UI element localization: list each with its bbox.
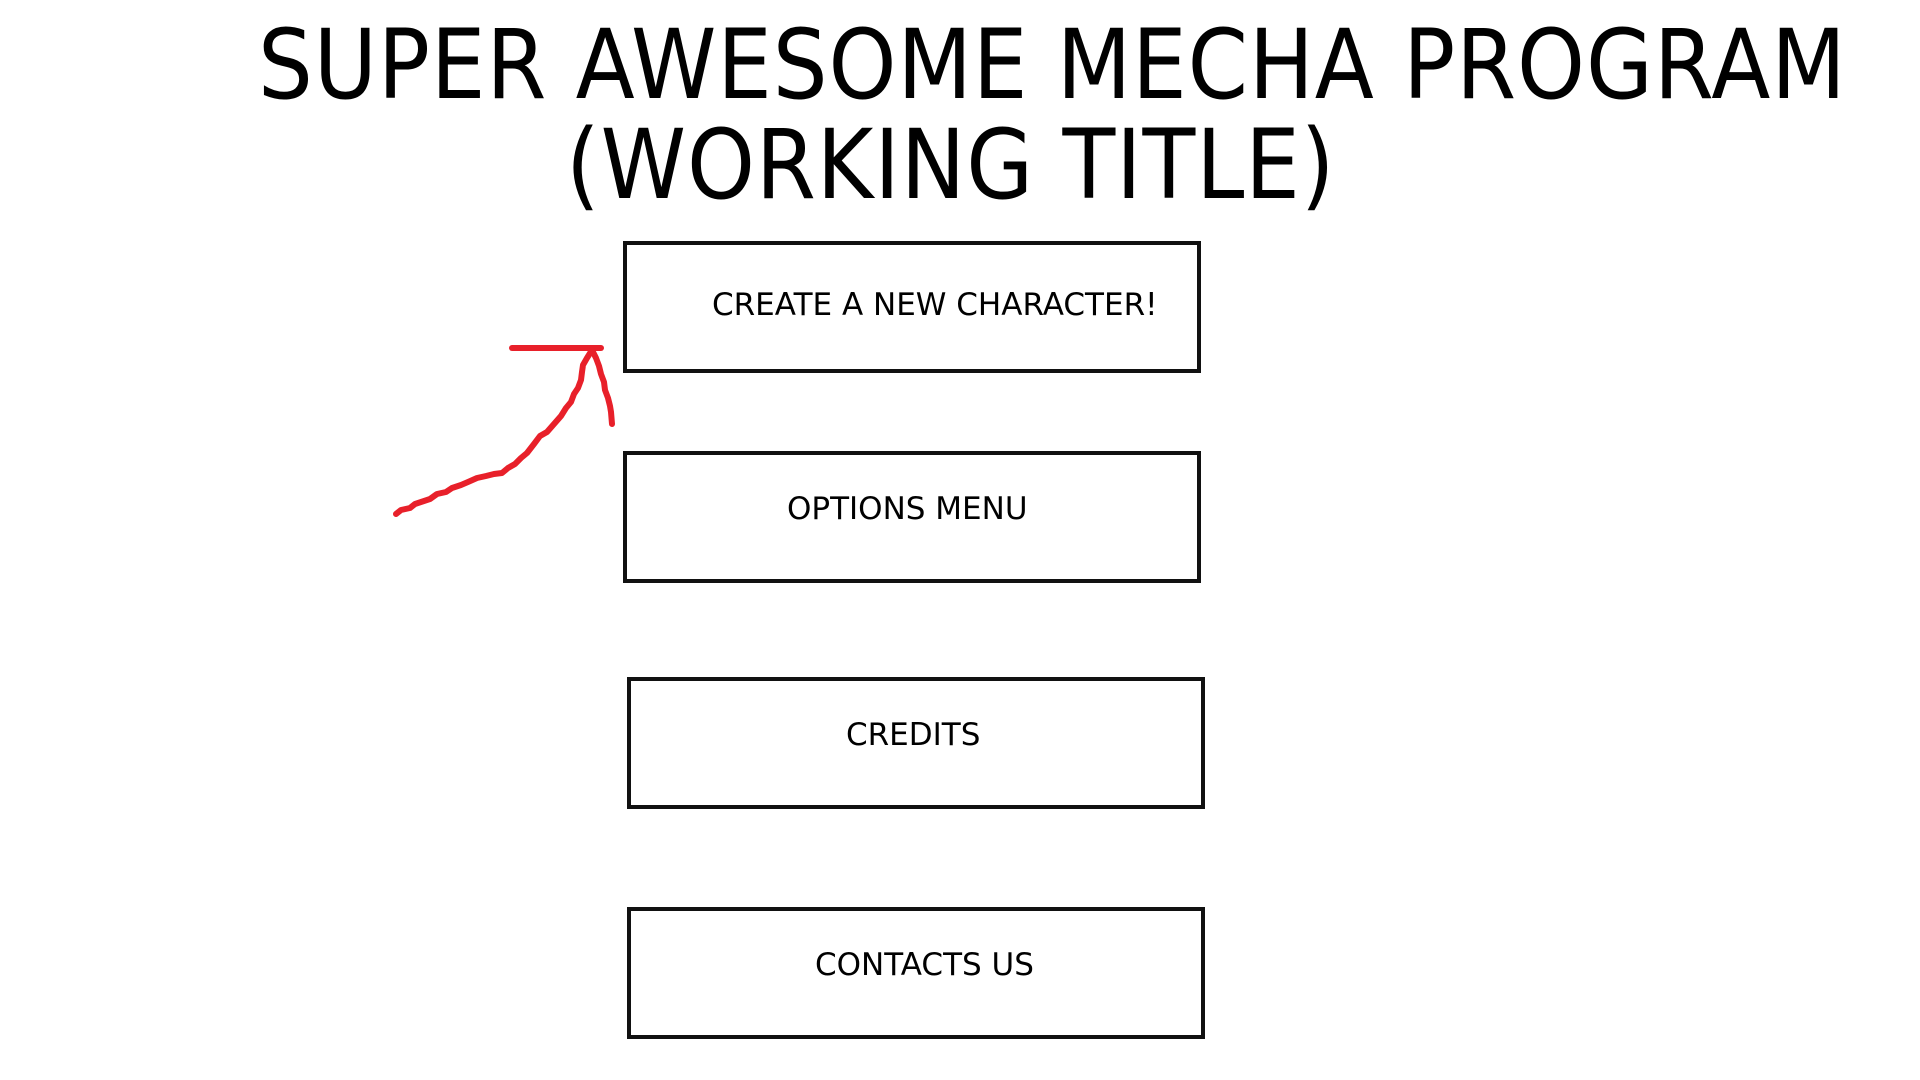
create-character-label: CREATE A NEW CHARACTER! <box>712 287 1158 323</box>
arrow-tip-stroke <box>589 347 615 427</box>
page-title-line-1: SUPER AWESOME MECHA PROGRAM <box>258 9 1847 121</box>
options-menu-label: OPTIONS MENU <box>787 491 1028 527</box>
page-title-line-2: (WORKING TITLE) <box>566 109 1336 221</box>
credits-button[interactable]: CREDITS <box>627 677 1205 809</box>
contacts-button[interactable]: CONTACTS US <box>627 907 1205 1039</box>
create-character-button[interactable]: CREATE A NEW CHARACTER! <box>623 241 1201 373</box>
options-menu-button[interactable]: OPTIONS MENU <box>623 451 1201 583</box>
credits-label: CREDITS <box>846 717 981 753</box>
arrow-shaft <box>393 347 595 517</box>
contacts-label: CONTACTS US <box>815 947 1034 983</box>
